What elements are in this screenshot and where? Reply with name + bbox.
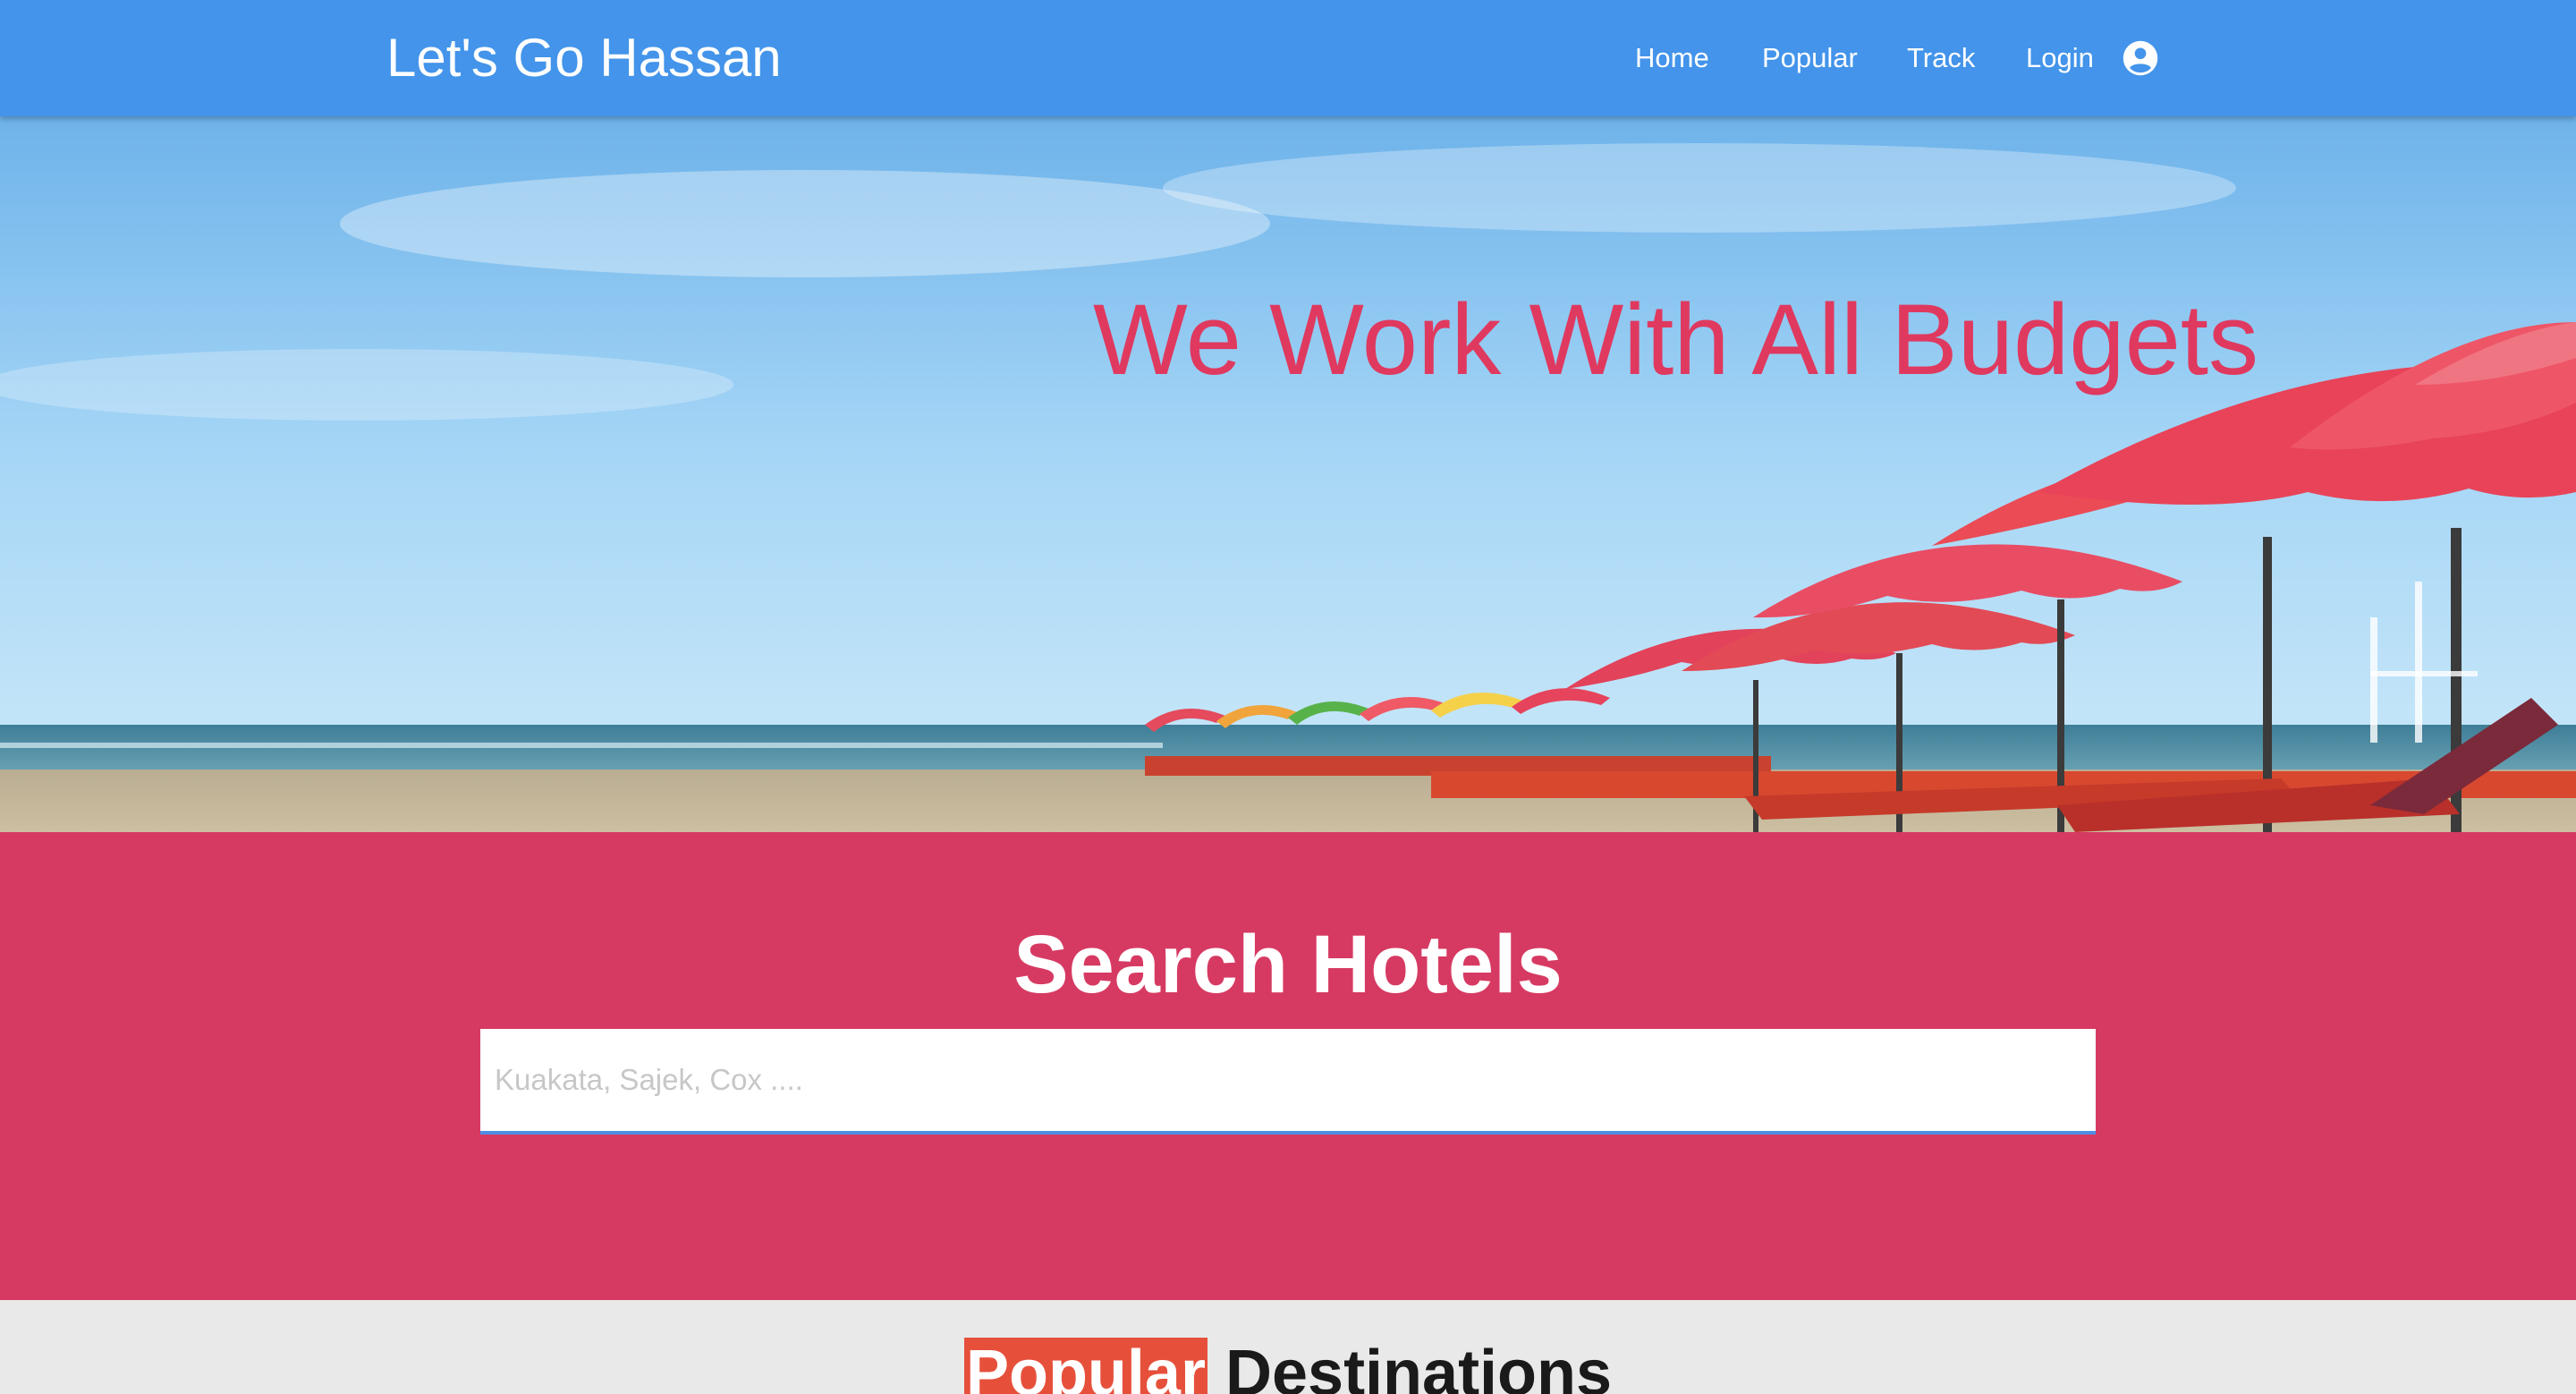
nav-link-track[interactable]: Track [1907, 36, 1975, 81]
hotel-search-input[interactable] [480, 1029, 2096, 1135]
hero-title: We Work With All Budgets [1093, 284, 2258, 395]
popular-destinations-section: Popular Destinations [0, 1300, 2576, 1394]
hero-banner: We Work With All Budgets [0, 116, 2576, 832]
destinations-word: Destinations [1224, 1338, 1613, 1394]
account-circle-icon[interactable] [2122, 39, 2159, 77]
top-navbar: Let's Go Hassan Home Popular Track Login [0, 0, 2576, 116]
brand-logo-link[interactable]: Let's Go Hassan [386, 20, 782, 97]
nav-link-popular[interactable]: Popular [1762, 36, 1858, 81]
popular-highlight-word: Popular [963, 1338, 1208, 1394]
nav-link-login[interactable]: Login [2026, 36, 2094, 81]
nav-link-home[interactable]: Home [1635, 36, 1709, 81]
search-title: Search Hotels [1013, 919, 1563, 1010]
beach-umbrellas-image [0, 116, 2576, 832]
search-hotels-section: Search Hotels [0, 832, 2576, 1300]
popular-destinations-heading: Popular Destinations [0, 1338, 2576, 1394]
